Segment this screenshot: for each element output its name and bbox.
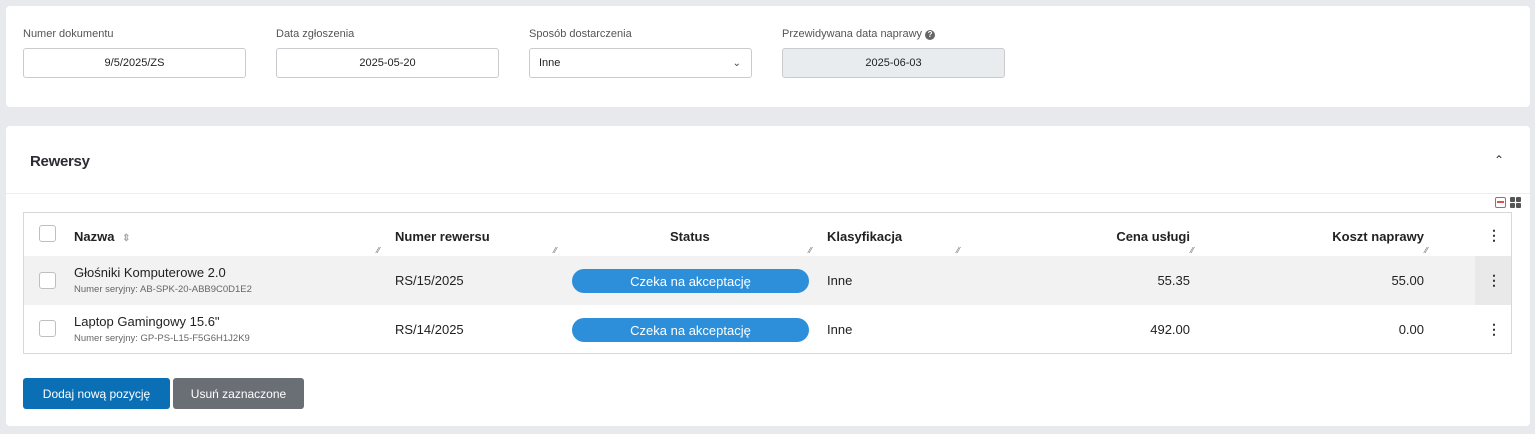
report-date-input[interactable]: 2025-05-20 xyxy=(276,48,499,78)
rewersy-section: Rewersy ⌃ Nazwa ⇕ ⁄⁄ Numer rewersu ⁄⁄ St… xyxy=(6,126,1530,426)
columns-menu-icon[interactable]: ⋮ xyxy=(1477,228,1511,242)
resize-handle-icon[interactable]: ⁄⁄ xyxy=(554,246,557,255)
column-header-name[interactable]: Nazwa ⇕ xyxy=(74,229,130,244)
expected-repair-date-label-text: Przewidywana data naprawy xyxy=(782,28,923,40)
grid-view-icon[interactable] xyxy=(1510,197,1521,208)
item-number: RS/14/2025 xyxy=(395,322,464,337)
help-icon[interactable]: ? xyxy=(925,30,936,40)
select-all-checkbox[interactable] xyxy=(39,225,56,242)
report-date-field: Data zgłoszenia 2025-05-20 xyxy=(276,28,499,78)
item-service-price: 492.00 xyxy=(1150,322,1190,337)
row-menu-icon[interactable]: ⋮ xyxy=(1477,322,1511,336)
delivery-method-label: Sposób dostarczenia xyxy=(529,28,632,40)
view-toggle xyxy=(1495,197,1521,208)
row-checkbox[interactable] xyxy=(39,272,56,289)
item-repair-cost: 55.00 xyxy=(1391,273,1424,288)
chevron-up-icon[interactable]: ⌃ xyxy=(1494,153,1504,167)
item-name: Laptop Gamingowy 15.6" xyxy=(74,314,220,329)
row-menu-icon[interactable]: ⋮ xyxy=(1477,273,1511,287)
expected-repair-date-label: Przewidywana data naprawy? xyxy=(782,28,936,42)
expected-repair-date-field: Przewidywana data naprawy? 2025-06-03 xyxy=(782,28,1005,78)
document-number-input[interactable]: 9/5/2025/ZS xyxy=(23,48,246,78)
report-date-label: Data zgłoszenia xyxy=(276,28,355,40)
item-service-price: 55.35 xyxy=(1157,273,1190,288)
column-header-number[interactable]: Numer rewersu xyxy=(395,229,490,244)
table-header: Nazwa ⇕ ⁄⁄ Numer rewersu ⁄⁄ Status ⁄⁄ Kl… xyxy=(24,213,1511,256)
column-header-repair-cost[interactable]: Koszt naprawy xyxy=(1294,229,1424,244)
resize-handle-icon[interactable]: ⁄⁄ xyxy=(957,246,960,255)
row-checkbox[interactable] xyxy=(39,320,56,337)
table-row[interactable]: Głośniki Komputerowe 2.0 Numer seryjny: … xyxy=(24,256,1511,305)
sort-icon[interactable]: ⇕ xyxy=(122,233,130,244)
column-header-classification[interactable]: Klasyfikacja xyxy=(827,229,902,244)
table-row[interactable]: Laptop Gamingowy 15.6" Numer seryjny: GP… xyxy=(24,305,1511,354)
rewersy-table: Nazwa ⇕ ⁄⁄ Numer rewersu ⁄⁄ Status ⁄⁄ Kl… xyxy=(23,212,1512,354)
item-classification: Inne xyxy=(827,322,853,337)
item-serial: Numer seryjny: AB-SPK-20-ABB9C0D1E2 xyxy=(74,284,252,295)
delivery-method-value: Inne xyxy=(539,57,561,69)
add-item-button[interactable]: Dodaj nową pozycję xyxy=(23,378,170,409)
document-number-label: Numer dokumentu xyxy=(23,28,114,40)
delivery-method-select[interactable]: Inne ⌄ xyxy=(529,48,752,78)
expected-repair-date-input: 2025-06-03 xyxy=(782,48,1005,78)
document-number-field: Numer dokumentu 9/5/2025/ZS xyxy=(23,28,246,78)
delete-selected-button[interactable]: Usuń zaznaczone xyxy=(173,378,304,409)
section-title: Rewersy xyxy=(30,153,90,170)
column-header-status[interactable]: Status xyxy=(670,229,710,244)
item-number: RS/15/2025 xyxy=(395,273,464,288)
item-repair-cost: 0.00 xyxy=(1398,322,1424,337)
column-header-name-label: Nazwa xyxy=(74,229,115,244)
status-badge: Czeka na akceptację xyxy=(572,269,809,293)
chevron-down-icon: ⌄ xyxy=(732,58,741,69)
column-header-service-price[interactable]: Cena usługi xyxy=(1084,229,1190,244)
resize-handle-icon[interactable]: ⁄⁄ xyxy=(809,246,812,255)
list-view-icon[interactable] xyxy=(1495,197,1506,208)
section-divider xyxy=(6,193,1530,194)
item-serial: Numer seryjny: GP-PS-L15-F5G6H1J2K9 xyxy=(74,333,250,344)
delivery-method-field: Sposób dostarczenia Inne ⌄ xyxy=(529,28,752,78)
resize-handle-icon[interactable]: ⁄⁄ xyxy=(1191,246,1194,255)
resize-handle-icon[interactable]: ⁄⁄ xyxy=(377,246,380,255)
item-name: Głośniki Komputerowe 2.0 xyxy=(74,265,226,280)
resize-handle-icon[interactable]: ⁄⁄ xyxy=(1425,246,1428,255)
item-classification: Inne xyxy=(827,273,853,288)
document-details-card: Numer dokumentu 9/5/2025/ZS Data zgłosze… xyxy=(6,6,1530,107)
status-badge: Czeka na akceptację xyxy=(572,318,809,342)
